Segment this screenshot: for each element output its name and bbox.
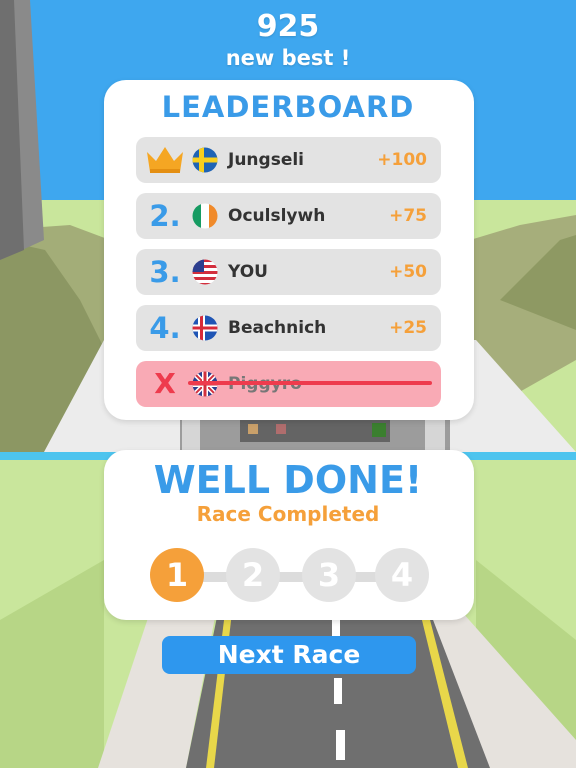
progress-step-4: 4 <box>375 548 429 602</box>
progress-step-3: 3 <box>302 548 356 602</box>
player-points: +75 <box>389 206 427 226</box>
player-name: YOU <box>228 262 268 282</box>
eliminated-x-mark: X <box>154 367 176 400</box>
player-name: Beachnich <box>228 318 327 338</box>
player-points: +100 <box>377 150 427 170</box>
leaderboard-title: LEADERBOARD <box>161 90 415 124</box>
leaderboard-row-eliminated: X Piggyro <box>136 361 441 407</box>
sweden-flag-icon <box>192 147 218 173</box>
leaderboard-row: 3. YOU +50 <box>136 249 441 295</box>
usa-flag-icon <box>192 259 218 285</box>
rank-label: 3. <box>149 255 181 289</box>
progress-step-2: 2 <box>226 548 280 602</box>
leaderboard-row: 4. Beachnich +25 <box>136 305 441 351</box>
score-value: 925 <box>256 9 320 44</box>
rank-label: 2. <box>149 199 181 233</box>
player-name: Jungseli <box>228 150 305 170</box>
well-done-title: WELL DONE! <box>153 458 423 502</box>
next-race-button[interactable]: Next Race <box>162 636 416 674</box>
player-points: +25 <box>389 318 427 338</box>
iceland-flag-icon <box>192 315 218 341</box>
progress-step-1: 1 <box>150 548 204 602</box>
strikethrough-line <box>188 381 432 385</box>
progress-track <box>178 572 402 582</box>
rank-label: 4. <box>149 311 181 345</box>
new-best-label: new best ! <box>225 46 351 70</box>
player-points: +50 <box>389 262 427 282</box>
crown-icon <box>147 147 183 173</box>
race-completed-subtitle: Race Completed <box>196 502 380 526</box>
ireland-flag-icon <box>192 203 218 229</box>
score-display: 925 new best ! <box>0 8 576 70</box>
player-name: Oculslywh <box>228 206 326 226</box>
leaderboard-row: Jungseli +100 <box>136 137 441 183</box>
leaderboard-row: 2. Oculslywh +75 <box>136 193 441 239</box>
